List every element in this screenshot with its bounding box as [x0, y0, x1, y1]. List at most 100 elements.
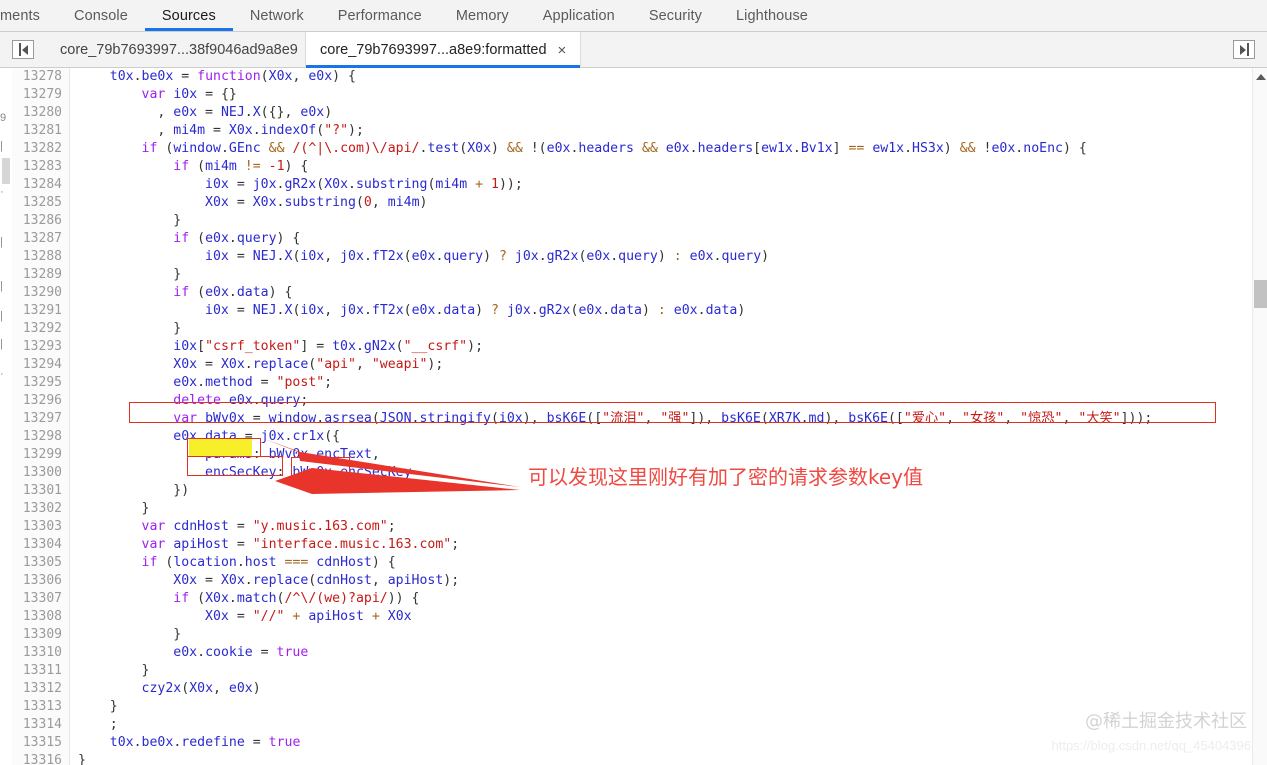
scrollbar-thumb[interactable]: [1254, 280, 1267, 308]
line-number[interactable]: 13309: [12, 626, 62, 644]
line-number[interactable]: 13316: [12, 752, 62, 765]
code-line[interactable]: 13289 }: [12, 266, 1252, 284]
code-line[interactable]: 13287 if (e0x.query) {: [12, 230, 1252, 248]
line-number[interactable]: 13285: [12, 194, 62, 212]
code-line[interactable]: 13297 var bWv0x = window.asrsea(JSON.str…: [12, 410, 1252, 428]
line-number[interactable]: 13307: [12, 590, 62, 608]
code-line[interactable]: 13294 X0x = X0x.replace("api", "weapi");: [12, 356, 1252, 374]
line-number[interactable]: 13303: [12, 518, 62, 536]
code-line[interactable]: 13288 i0x = NEJ.X(i0x, j0x.fT2x(e0x.quer…: [12, 248, 1252, 266]
line-number[interactable]: 13281: [12, 122, 62, 140]
line-number[interactable]: 13288: [12, 248, 62, 266]
panel-tab-security[interactable]: Security: [632, 0, 719, 31]
scroll-up-arrow-icon[interactable]: [1256, 74, 1266, 80]
line-number[interactable]: 13289: [12, 266, 62, 284]
line-number[interactable]: 13312: [12, 680, 62, 698]
code-line[interactable]: 13303 var cdnHost = "y.music.163.com";: [12, 518, 1252, 536]
line-number[interactable]: 13299: [12, 446, 62, 464]
line-number[interactable]: 13314: [12, 716, 62, 734]
code-line[interactable]: 13299 params: bWv0x.encText,: [12, 446, 1252, 464]
panel-tab-lighthouse[interactable]: Lighthouse: [719, 0, 825, 31]
code-line[interactable]: 13278 t0x.be0x = function(X0x, e0x) {: [12, 68, 1252, 86]
code-line[interactable]: 13280 , e0x = NEJ.X({}, e0x): [12, 104, 1252, 122]
close-icon[interactable]: ×: [558, 43, 567, 58]
code-line[interactable]: 13307 if (X0x.match(/^\/(we)?api/)) {: [12, 590, 1252, 608]
code-line[interactable]: 13314 ;: [12, 716, 1252, 734]
line-number[interactable]: 13294: [12, 356, 62, 374]
line-number[interactable]: 13290: [12, 284, 62, 302]
line-number[interactable]: 13293: [12, 338, 62, 356]
panel-tab-sources[interactable]: Sources: [144, 0, 233, 31]
navigator-scroll-chip[interactable]: [2, 158, 10, 184]
code-line[interactable]: 13283 if (mi4m != -1) {: [12, 158, 1252, 176]
line-number[interactable]: 13297: [12, 410, 62, 428]
code-line[interactable]: 13311 }: [12, 662, 1252, 680]
panel-tab-memory[interactable]: Memory: [439, 0, 526, 31]
editor-vertical-scrollbar[interactable]: [1252, 68, 1267, 765]
code-line[interactable]: 13313 }: [12, 698, 1252, 716]
code-line[interactable]: 13312 czy2x(X0x, e0x): [12, 680, 1252, 698]
code-line[interactable]: 13308 X0x = "//" + apiHost + X0x: [12, 608, 1252, 626]
code-line[interactable]: 13281 , mi4m = X0x.indexOf("?");: [12, 122, 1252, 140]
code-line[interactable]: 13316}: [12, 752, 1252, 765]
line-number[interactable]: 13298: [12, 428, 62, 446]
panel-tab-ments[interactable]: ments: [0, 0, 57, 31]
code-line[interactable]: 13282 if (window.GEnc && /(^|\.com)\/api…: [12, 140, 1252, 158]
line-number[interactable]: 13302: [12, 500, 62, 518]
line-number[interactable]: 13315: [12, 734, 62, 752]
code-token: if: [141, 555, 158, 570]
line-number[interactable]: 13279: [12, 86, 62, 104]
line-number[interactable]: 13304: [12, 536, 62, 554]
code-line[interactable]: 13310 e0x.cookie = true: [12, 644, 1252, 662]
line-number[interactable]: 13306: [12, 572, 62, 590]
code-line[interactable]: 13279 var i0x = {}: [12, 86, 1252, 104]
line-number[interactable]: 13292: [12, 320, 62, 338]
line-number[interactable]: 13278: [12, 68, 62, 86]
code-line[interactable]: 13295 e0x.method = "post";: [12, 374, 1252, 392]
line-number[interactable]: 13280: [12, 104, 62, 122]
line-number[interactable]: 13300: [12, 464, 62, 482]
line-number[interactable]: 13313: [12, 698, 62, 716]
more-tabs-icon[interactable]: [1233, 40, 1255, 59]
code-line[interactable]: 13290 if (e0x.data) {: [12, 284, 1252, 302]
panel-tab-network[interactable]: Network: [233, 0, 321, 31]
line-number[interactable]: 13283: [12, 158, 62, 176]
file-tab-formatted[interactable]: core_79b7693997...a8e9:formatted ×: [305, 32, 582, 68]
code-line[interactable]: 13285 X0x = X0x.substring(0, mi4m): [12, 194, 1252, 212]
code-line[interactable]: 13305 if (location.host === cdnHost) {: [12, 554, 1252, 572]
line-number[interactable]: 13287: [12, 230, 62, 248]
code-line[interactable]: 13304 var apiHost = "interface.music.163…: [12, 536, 1252, 554]
code-line[interactable]: 13300 encSecKey: bWv0x.encSecKey: [12, 464, 1252, 482]
code-line[interactable]: 13301 }): [12, 482, 1252, 500]
line-number[interactable]: 13284: [12, 176, 62, 194]
code-token: :: [673, 249, 682, 264]
code-line[interactable]: 13309 }: [12, 626, 1252, 644]
code-line[interactable]: 13284 i0x = j0x.gR2x(X0x.substring(mi4m …: [12, 176, 1252, 194]
code-line[interactable]: 13293 i0x["csrf_token"] = t0x.gN2x("__cs…: [12, 338, 1252, 356]
line-number[interactable]: 13301: [12, 482, 62, 500]
line-number[interactable]: 13296: [12, 392, 62, 410]
code-line[interactable]: 13296 delete e0x.query;: [12, 392, 1252, 410]
code-lines[interactable]: 13278 t0x.be0x = function(X0x, e0x) {132…: [12, 68, 1252, 765]
line-number[interactable]: 13305: [12, 554, 62, 572]
line-number[interactable]: 13291: [12, 302, 62, 320]
source-code-editor[interactable]: 13278 t0x.be0x = function(X0x, e0x) {132…: [12, 68, 1252, 765]
line-number[interactable]: 13286: [12, 212, 62, 230]
code-line[interactable]: 13306 X0x = X0x.replace(cdnHost, apiHost…: [12, 572, 1252, 590]
line-number[interactable]: 13308: [12, 608, 62, 626]
file-tab-original[interactable]: core_79b7693997...38f9046ad9a8e9: [46, 32, 312, 68]
line-number[interactable]: 13282: [12, 140, 62, 158]
code-line[interactable]: 13286 }: [12, 212, 1252, 230]
code-line-source: if (mi4m != -1) {: [78, 158, 308, 176]
navigator-toggle-icon[interactable]: [12, 40, 34, 59]
line-number[interactable]: 13311: [12, 662, 62, 680]
code-line[interactable]: 13291 i0x = NEJ.X(i0x, j0x.fT2x(e0x.data…: [12, 302, 1252, 320]
panel-tab-application[interactable]: Application: [526, 0, 632, 31]
code-line[interactable]: 13298 e0x.data = j0x.cr1x({: [12, 428, 1252, 446]
panel-tab-console[interactable]: Console: [57, 0, 145, 31]
code-line[interactable]: 13292 }: [12, 320, 1252, 338]
code-line[interactable]: 13302 }: [12, 500, 1252, 518]
line-number[interactable]: 13310: [12, 644, 62, 662]
panel-tab-performance[interactable]: Performance: [321, 0, 439, 31]
line-number[interactable]: 13295: [12, 374, 62, 392]
